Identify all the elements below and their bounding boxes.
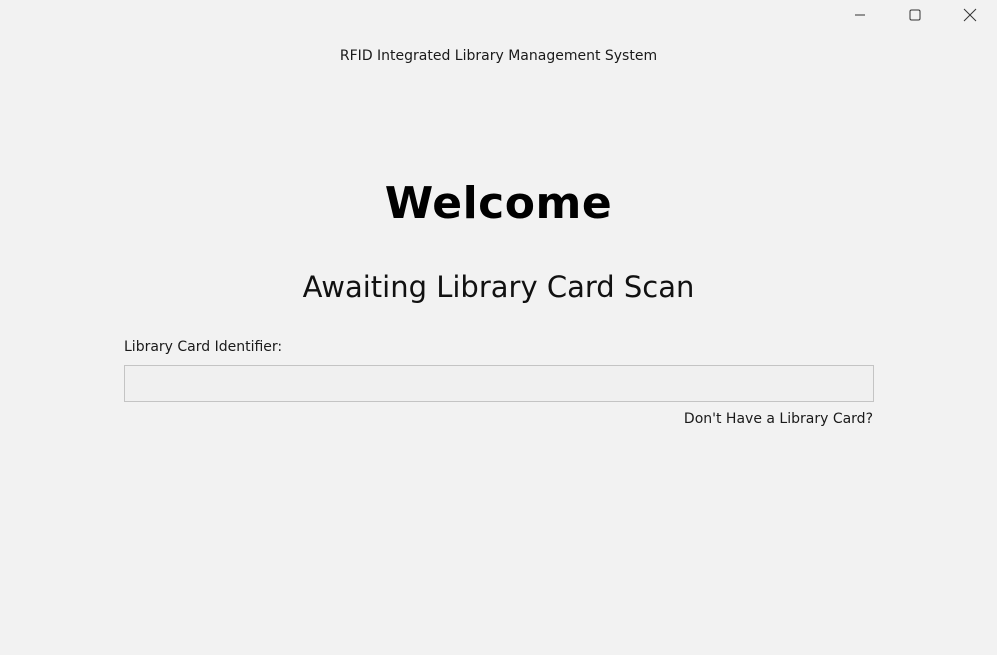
no-library-card-link[interactable]: Don't Have a Library Card? (684, 411, 873, 427)
maximize-icon (909, 9, 921, 21)
close-button[interactable] (942, 0, 997, 30)
card-identifier-input[interactable] (124, 365, 874, 402)
app-window: RFID Integrated Library Management Syste… (0, 0, 997, 655)
window-controls (832, 0, 997, 30)
card-identifier-label: Library Card Identifier: (124, 339, 283, 355)
close-icon (963, 8, 977, 22)
maximize-button[interactable] (887, 0, 942, 30)
minimize-icon (854, 9, 866, 21)
scan-status-text: Awaiting Library Card Scan (302, 270, 695, 304)
window-title: RFID Integrated Library Management Syste… (339, 48, 658, 64)
welcome-heading: Welcome (384, 178, 613, 229)
minimize-button[interactable] (832, 0, 887, 30)
